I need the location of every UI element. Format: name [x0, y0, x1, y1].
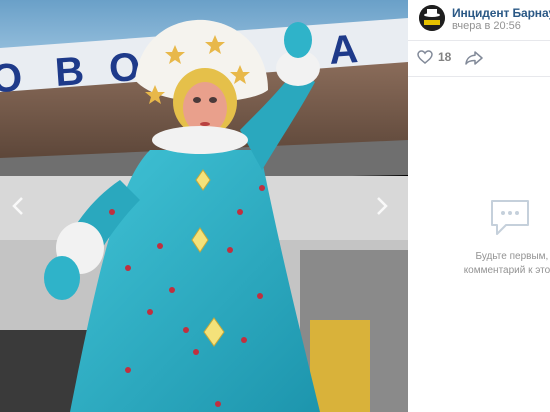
spy-hat-icon [419, 5, 445, 31]
share-button[interactable] [465, 51, 483, 70]
svg-text:В: В [54, 49, 86, 95]
post-header: Инцидент Барнаул вчера в 20:56 [408, 0, 550, 36]
like-count: 18 [438, 50, 452, 64]
chevron-right-icon [377, 197, 388, 215]
empty-text-line-2: комментарий к этой фотографии [463, 265, 550, 276]
svg-text:А: А [328, 27, 360, 73]
post-actions: 18 [408, 44, 550, 72]
previous-photo-button[interactable] [6, 190, 30, 222]
svg-text:О: О [108, 45, 142, 91]
empty-text-line-1: Будьте первым, кто оставит [475, 251, 550, 262]
next-photo-button[interactable] [370, 190, 394, 222]
photo-image: О В О А [0, 0, 408, 412]
share-arrow-icon [465, 51, 483, 65]
photo-side-panel: Инцидент Барнаул вчера в 20:56 18 Будьте… [408, 0, 550, 412]
chevron-left-icon [12, 197, 23, 215]
group-avatar[interactable] [419, 5, 445, 31]
heart-icon [417, 50, 433, 64]
header-divider [408, 40, 550, 41]
like-button[interactable]: 18 [417, 50, 451, 64]
comments-empty-icon [488, 198, 532, 243]
actions-divider [408, 76, 550, 77]
photo-viewer[interactable]: О В О А [0, 0, 408, 412]
speech-bubble-icon [491, 200, 529, 235]
comments-empty-text: Будьте первым, кто оставит комментарий к… [440, 250, 550, 278]
post-timestamp[interactable]: вчера в 20:56 [452, 20, 521, 32]
group-name-link[interactable]: Инцидент Барнаул [452, 6, 550, 20]
svg-text:О: О [0, 55, 24, 101]
